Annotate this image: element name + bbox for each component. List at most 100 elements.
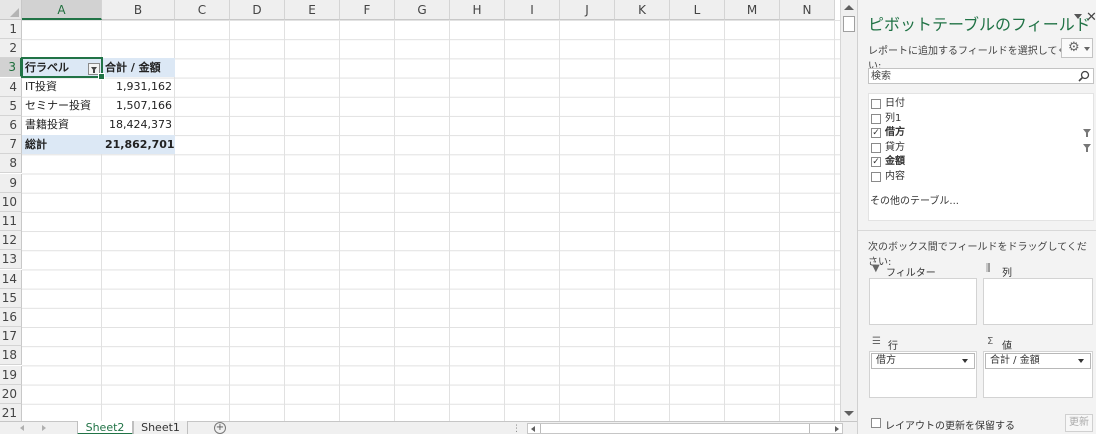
row-header-7[interactable]: 7 [0,135,22,155]
field-search-box[interactable] [868,68,1094,84]
chevron-down-icon [1084,47,1090,51]
vertical-scroll-thumb[interactable] [843,16,855,32]
row-header-14[interactable]: 14 [0,269,22,289]
field-item-credit[interactable]: 貸方 [869,141,1093,155]
field-checkbox[interactable] [871,99,881,109]
column-header-l[interactable]: L [670,0,725,20]
column-header-d[interactable]: D [230,0,285,20]
values-area-label: 値 [1002,341,1012,352]
column-header-b[interactable]: B [102,0,175,20]
sheet-tab-sheet2[interactable]: Sheet2 [77,421,133,434]
row-header-4[interactable]: 4 [0,77,22,97]
pivot-row-label[interactable]: IT投資 [22,77,102,96]
row-header-5[interactable]: 5 [0,96,22,116]
row-header-9[interactable]: 9 [0,173,22,193]
pivot-row-label[interactable]: 書籍投資 [22,115,102,134]
column-header-n[interactable]: N [780,0,835,20]
field-checkbox-checked[interactable]: ✓ [871,157,881,167]
pivot-row-value[interactable]: 1,507,166 [102,96,175,115]
next-sheet-arrow-icon[interactable] [42,425,46,431]
filter-funnel-icon: ▼ [872,263,880,274]
defer-layout-label: レイアウトの更新を保留する [885,421,1015,432]
column-header-h[interactable]: H [450,0,505,20]
chevron-down-icon[interactable] [1078,359,1084,363]
scroll-down-arrow-icon[interactable] [844,411,854,416]
scroll-left-arrow-icon[interactable] [531,426,535,432]
horizontal-scroll-thumb[interactable] [540,424,810,433]
row-header-16[interactable]: 16 [0,308,22,327]
select-all-corner[interactable] [0,0,22,20]
pivot-grand-total-label[interactable]: 総計 [22,135,102,154]
filter-area-box[interactable] [869,278,977,325]
close-icon[interactable]: ✕ [1086,10,1096,25]
update-button[interactable]: 更新 [1065,414,1093,432]
horizontal-scrollbar[interactable] [527,423,843,434]
search-icon[interactable] [1078,70,1090,82]
field-item-date[interactable]: 日付 [869,97,1093,111]
filter-funnel-icon[interactable] [1083,129,1091,137]
field-item-content[interactable]: 内容 [869,170,1093,184]
columns-area-box[interactable] [983,278,1093,325]
rows-area-box[interactable]: 借方 [869,351,977,398]
grid-column-line [284,20,285,421]
field-item-col1[interactable]: 列1 [869,112,1093,126]
row-header-6[interactable]: 6 [0,116,22,135]
pivot-grand-total-value[interactable]: 21,862,701 [102,135,175,154]
pivot-value-header[interactable]: 合計 / 金額 [102,58,175,77]
row-header-12[interactable]: 12 [0,231,22,251]
add-sheet-button[interactable]: + [214,422,226,434]
layout-settings-button[interactable]: ⚙ [1061,38,1093,58]
grid-column-line [779,20,780,421]
row-header-13[interactable]: 13 [0,250,22,270]
rows-area-item[interactable]: 借方 [871,353,975,369]
field-checkbox[interactable] [871,172,881,182]
spreadsheet-grid-area[interactable]: ABCDEFGHIJKLMN 1 2 3 4 5 6 7 8 9 10 11 12 13 14 15 16 17… [0,0,840,421]
column-header-a[interactable]: A [22,0,102,20]
sigma-icon: Σ [987,336,994,347]
column-header-g[interactable]: G [395,0,450,20]
row-header-20[interactable]: 20 [0,384,22,404]
field-item-debit[interactable]: ✓ 借方 [869,126,1093,140]
prev-sheet-arrow-icon[interactable] [20,425,24,431]
values-area-item[interactable]: 合計 / 金額 [985,353,1091,369]
column-header-m[interactable]: M [725,0,780,20]
scroll-right-arrow-icon[interactable] [835,426,839,432]
split-handle-icon[interactable]: ⋮ [512,424,521,434]
column-header-j[interactable]: J [560,0,615,20]
pane-options-caret-icon[interactable] [1074,14,1082,19]
row-header-8[interactable]: 8 [0,154,22,174]
pivot-row-label[interactable]: セミナー投資 [22,96,102,115]
row-header-10[interactable]: 10 [0,192,22,212]
pivot-row-value[interactable]: 18,424,373 [102,115,175,134]
column-header-c[interactable]: C [175,0,230,20]
row-header-19[interactable]: 19 [0,365,22,385]
filter-funnel-icon[interactable] [1083,144,1091,152]
values-area-box[interactable]: 合計 / 金額 [983,351,1093,398]
row-header-18[interactable]: 18 [0,346,22,366]
sheet-tab-sheet1[interactable]: Sheet1 [133,421,188,434]
row-label-filter-button[interactable] [88,63,100,75]
vertical-scrollbar[interactable] [840,0,857,421]
row-header-15[interactable]: 15 [0,288,22,308]
field-checkbox[interactable] [871,114,881,124]
row-header-21[interactable]: 21 [0,404,22,421]
column-header-i[interactable]: I [505,0,560,20]
defer-layout-checkbox[interactable] [871,418,881,428]
column-header-k[interactable]: K [615,0,670,20]
chevron-down-icon[interactable] [962,359,968,363]
field-search-input[interactable] [869,69,1069,83]
column-header-f[interactable]: F [340,0,395,20]
pane-splitter[interactable] [858,230,1096,234]
more-tables-link[interactable]: その他のテーブル... [870,192,959,207]
row-header-11[interactable]: 11 [0,212,22,231]
row-header-3[interactable]: 3 [0,58,22,78]
row-header-2[interactable]: 2 [0,39,22,59]
row-header-17[interactable]: 17 [0,327,22,347]
column-header-e[interactable]: E [285,0,340,20]
row-header-1[interactable]: 1 [0,20,22,39]
pivot-row-value[interactable]: 1,931,162 [102,77,175,96]
field-checkbox[interactable] [871,143,881,153]
field-item-amount[interactable]: ✓ 金額 [869,155,1093,169]
scroll-up-arrow-icon[interactable] [844,5,854,10]
field-checkbox-checked[interactable]: ✓ [871,128,881,138]
